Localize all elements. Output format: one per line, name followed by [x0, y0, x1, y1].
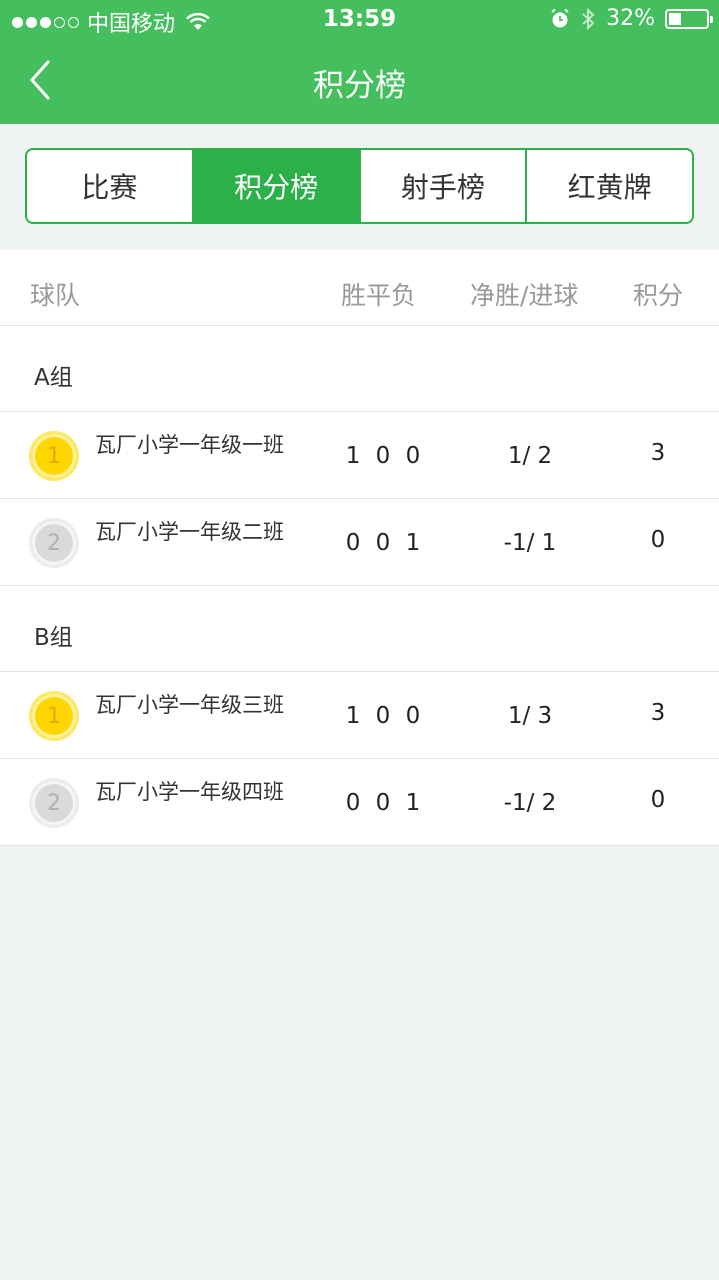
goals-value: 1/ 2 — [507, 443, 553, 469]
segmented-tabs: 比赛 积分榜 射手榜 红黄牌 — [25, 148, 694, 224]
team-name: 瓦厂小学一年级二班 — [95, 520, 284, 544]
team-name: 瓦厂小学一年级一班 — [95, 433, 284, 457]
record-value: 0 0 1 — [345, 530, 425, 556]
page-title: 积分榜 — [313, 68, 406, 104]
header-points: 积分 — [633, 281, 684, 310]
table-row[interactable]: 2 瓦厂小学一年级四班 0 0 1 -1/ 2 0 — [0, 759, 719, 846]
table-row[interactable]: 1 瓦厂小学一年级一班 1 0 0 1/ 2 3 — [0, 412, 719, 499]
table-row[interactable]: 1 瓦厂小学一年级三班 1 0 0 1/ 3 3 — [0, 672, 719, 759]
points-value: 0 — [650, 527, 666, 553]
team-name: 瓦厂小学一年级三班 — [95, 693, 284, 717]
tab-top-scorers[interactable]: 射手榜 — [358, 150, 526, 222]
silver-medal-icon: 2 — [29, 778, 79, 828]
tab-matches[interactable]: 比赛 — [27, 150, 192, 222]
gold-medal-icon: 1 — [29, 431, 79, 481]
record-value: 1 0 0 — [345, 443, 425, 469]
silver-medal-icon: 2 — [29, 518, 79, 568]
tab-bar-container: 比赛 积分榜 射手榜 红黄牌 — [0, 124, 719, 250]
gold-medal-icon: 1 — [29, 691, 79, 741]
battery-level — [669, 12, 681, 25]
group-label: A组 — [34, 365, 73, 391]
standings-table: 球队 胜平负 净胜/进球 积分 A组 1 瓦厂小学一年级一班 1 0 0 1/ … — [0, 250, 719, 846]
group-label: B组 — [34, 625, 73, 651]
goals-value: 1/ 3 — [507, 703, 553, 729]
points-value: 3 — [650, 700, 666, 726]
alarm-icon — [551, 8, 569, 27]
goals-value: -1/ 1 — [503, 530, 557, 556]
status-bar: 中国移动 13:59 32% — [0, 0, 719, 40]
table-header: 球队 胜平负 净胜/进球 积分 — [0, 250, 719, 326]
header-record: 胜平负 — [341, 281, 417, 310]
group-header: A组 — [0, 326, 719, 412]
bluetooth-icon — [582, 7, 595, 30]
team-name: 瓦厂小学一年级四班 — [95, 780, 284, 804]
tab-cards[interactable]: 红黄牌 — [525, 150, 692, 222]
battery-icon — [665, 8, 713, 29]
header-team: 球队 — [30, 281, 81, 310]
tab-standings[interactable]: 积分榜 — [191, 150, 359, 222]
status-right: 32% — [550, 6, 713, 31]
record-value: 0 0 1 — [345, 790, 425, 816]
points-value: 3 — [650, 440, 666, 466]
group-header: B组 — [0, 586, 719, 672]
goals-value: -1/ 2 — [503, 790, 557, 816]
header-goals: 净胜/进球 — [470, 281, 579, 310]
battery-percent: 32% — [606, 6, 655, 31]
points-value: 0 — [650, 787, 666, 813]
table-row[interactable]: 2 瓦厂小学一年级二班 0 0 1 -1/ 1 0 — [0, 499, 719, 586]
app-header: 中国移动 13:59 32% 积分榜 — [0, 0, 719, 124]
record-value: 1 0 0 — [345, 703, 425, 729]
